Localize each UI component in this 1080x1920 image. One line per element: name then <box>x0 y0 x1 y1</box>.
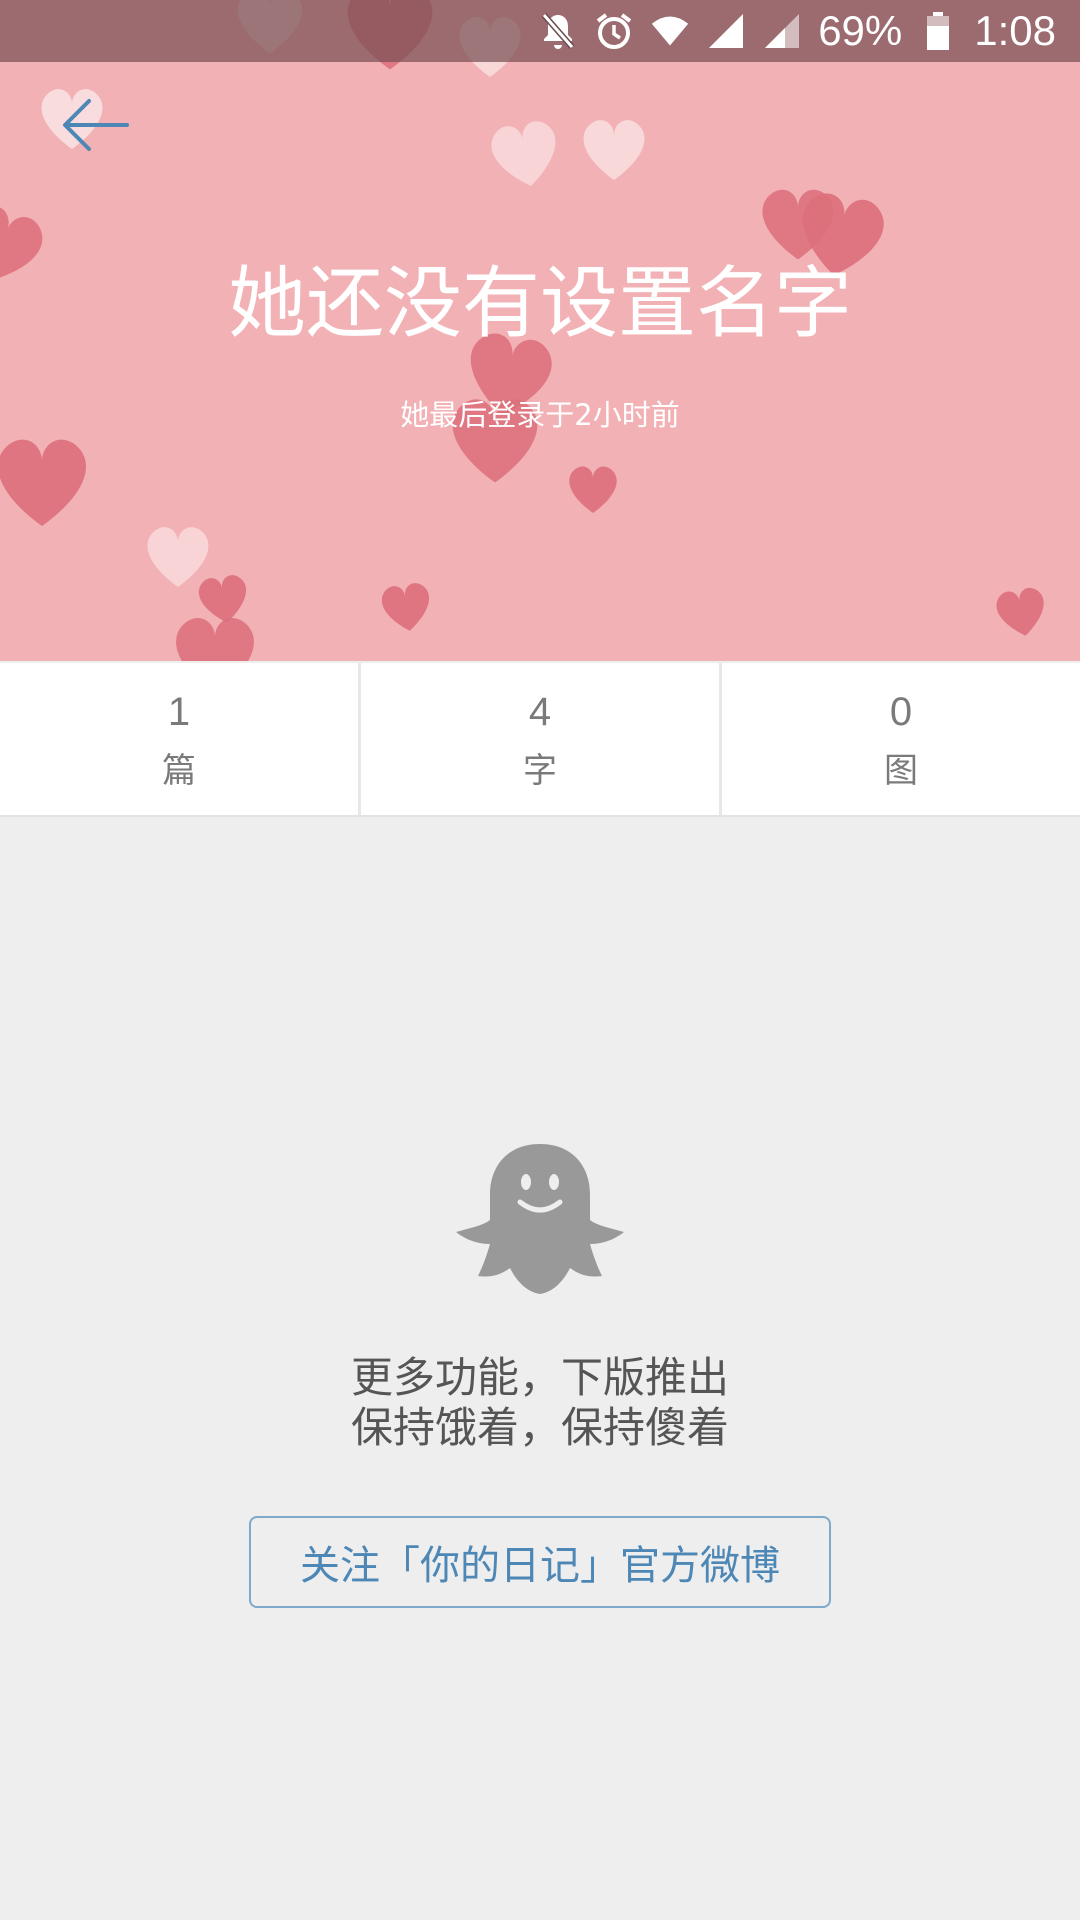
stats-bar: 1 篇 4 字 0 图 <box>0 663 1080 817</box>
clock: 1:08 <box>974 7 1056 54</box>
stat-entries: 1 篇 <box>0 663 361 815</box>
stat-value: 0 <box>889 690 913 734</box>
stat-label: 篇 <box>162 751 196 791</box>
stat-characters: 4 字 <box>361 663 722 815</box>
status-bar: 69% 1:08 <box>0 0 1080 62</box>
profile-name: 她还没有设置名字 <box>227 259 852 349</box>
empty-state-message: 更多功能，下版推出 保持饿着，保持傻着 <box>0 1353 1080 1453</box>
alarm-icon <box>594 11 634 51</box>
stat-label: 字 <box>523 751 557 791</box>
wifi-icon <box>650 11 690 51</box>
last-login-text: 她最后登录于2小时前 <box>400 398 680 432</box>
back-button[interactable] <box>56 95 136 155</box>
ghost-icon <box>456 1144 624 1294</box>
stat-images: 0 图 <box>722 663 1080 815</box>
stat-value: 4 <box>528 690 552 734</box>
signal-icon <box>706 11 746 51</box>
follow-weibo-button[interactable]: 关注「你的日记」官方微博 <box>249 1516 831 1608</box>
notifications-off-icon <box>538 11 578 51</box>
stat-value: 1 <box>167 690 191 734</box>
signal-icon <box>762 11 802 51</box>
arrow-left-icon <box>63 99 129 151</box>
battery-icon <box>918 11 958 51</box>
message-line-1: 更多功能，下版推出 <box>350 1353 729 1402</box>
battery-percentage: 69% <box>818 7 903 54</box>
stat-label: 图 <box>884 751 918 791</box>
profile-screen: 69% 1:08 她还没有设置名字 她最后登录于2小时前 1 篇 4 字 0 图 <box>0 0 1080 1920</box>
profile-header: 69% 1:08 她还没有设置名字 她最后登录于2小时前 <box>0 0 1080 661</box>
message-line-2: 保持饿着，保持傻着 <box>350 1403 729 1452</box>
